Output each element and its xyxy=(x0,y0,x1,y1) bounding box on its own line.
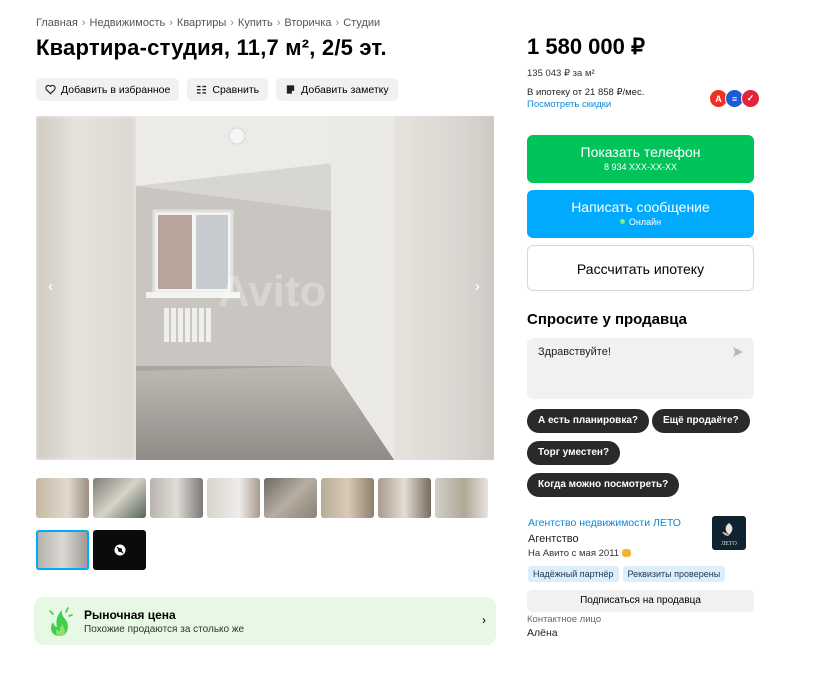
thumbnail-selected[interactable] xyxy=(36,530,89,570)
heart-icon xyxy=(45,84,56,95)
main-photo[interactable]: Avito xyxy=(136,116,394,460)
add-note-button[interactable]: Добавить заметку xyxy=(276,78,398,101)
chevron-right-icon[interactable]: › xyxy=(475,278,480,296)
quick-question-chip[interactable]: Когда можно посмотреть? xyxy=(527,473,680,497)
seller-badges: Надёжный партнёр Реквизиты проверены xyxy=(528,566,726,582)
price-per-meter: 135 043 ₽ за м² xyxy=(527,68,595,79)
calculate-mortgage-button[interactable]: Рассчитать ипотеку xyxy=(527,245,754,291)
subscribe-seller-button[interactable]: Подписаться на продавца xyxy=(527,590,754,612)
breadcrumb-separator: › xyxy=(230,17,234,29)
mortgage-info: В ипотеку от 21 858 ₽/мес. xyxy=(527,87,645,98)
message-text: Здравствуйте! xyxy=(538,346,611,358)
thumbnail[interactable] xyxy=(36,478,89,518)
breadcrumb-studios[interactable]: Студии xyxy=(343,17,380,29)
breadcrumb-secondary[interactable]: Вторичка xyxy=(284,17,331,29)
verified-details-badge: Реквизиты проверены xyxy=(622,566,726,582)
thumbnail[interactable] xyxy=(207,478,260,518)
flame-icon xyxy=(49,607,73,636)
thumbnail-more[interactable] xyxy=(93,530,146,570)
chevron-left-icon[interactable]: ‹ xyxy=(48,278,53,296)
add-note-label: Добавить заметку xyxy=(301,83,389,96)
contact-person-label: Контактное лицо xyxy=(527,614,602,625)
thumbnail[interactable] xyxy=(264,478,317,518)
agency-logo-text: ЛЕТО xyxy=(721,541,737,547)
breadcrumb-home[interactable]: Главная xyxy=(36,17,78,29)
write-message-button[interactable]: Написать сообщение Онлайн xyxy=(527,190,754,238)
market-price-banner[interactable]: Рыночная цена Похожие продаются за столь… xyxy=(34,597,496,645)
seller-type: Агентство xyxy=(528,533,579,545)
view-discounts-link[interactable]: Посмотреть скидки xyxy=(527,99,611,110)
online-status: Онлайн xyxy=(527,217,754,227)
breadcrumb-separator: › xyxy=(169,17,173,29)
chevron-right-icon: › xyxy=(482,613,486,627)
quick-question-chip[interactable]: А есть планировка? xyxy=(527,409,649,433)
market-price-title: Рыночная цена xyxy=(84,608,176,622)
online-dot-icon xyxy=(619,219,625,224)
breadcrumb-apartments[interactable]: Квартиры xyxy=(177,17,226,29)
breadcrumb-separator: › xyxy=(276,17,281,29)
write-message-label: Написать сообщение xyxy=(571,199,710,215)
quick-question-chip[interactable]: Ещё продаёте? xyxy=(652,409,750,433)
bank-logos[interactable]: А ≡ ✓ xyxy=(709,89,760,108)
hands-icon xyxy=(621,549,631,557)
contact-person-name: Алёна xyxy=(527,627,558,639)
show-phone-button[interactable]: Показать телефон 8 934 XXX-XX-XX xyxy=(527,135,754,183)
online-status-label: Онлайн xyxy=(628,217,662,227)
thumbnail[interactable] xyxy=(378,478,431,518)
thumbnail[interactable] xyxy=(150,478,203,518)
agency-logo[interactable]: ЛЕТО xyxy=(712,516,746,550)
breadcrumb: Главная › Недвижимость › Квартиры › Купить › Вто… xyxy=(36,17,380,29)
message-input[interactable]: Здравствуйте! xyxy=(527,338,754,399)
gear-icon xyxy=(114,544,125,556)
listing-actions: Добавить в избранное Сравнить Добавить з… xyxy=(36,78,398,101)
send-icon[interactable] xyxy=(732,346,744,358)
price: 1 580 000 ₽ xyxy=(527,34,645,59)
thumbnail[interactable] xyxy=(93,478,146,518)
breadcrumb-realty[interactable]: Недвижимость xyxy=(90,17,166,29)
thumbnail[interactable] xyxy=(435,478,488,518)
breadcrumb-buy[interactable]: Купить xyxy=(238,17,273,29)
show-phone-label: Показать телефон xyxy=(580,144,701,160)
add-to-favorites-label: Добавить в избранное xyxy=(61,83,171,96)
seller-since: На Авито с мая 2011 xyxy=(528,548,631,559)
page-title: Квартира-студия, 11,7 м², 2/5 эт. xyxy=(36,35,387,60)
room-photo: Avito xyxy=(136,116,394,460)
seller-since-label: На Авито с мая 2011 xyxy=(528,548,620,559)
add-to-favorites-button[interactable]: Добавить в избранное xyxy=(36,78,180,101)
thumbnail[interactable] xyxy=(321,478,374,518)
reliable-partner-badge: Надёжный партнёр xyxy=(528,566,619,582)
agency-name-link[interactable]: Агентство недвижимости ЛЕТО xyxy=(528,517,681,529)
quick-question-chip[interactable]: Торг уместен? xyxy=(527,441,621,465)
agency-logo-icon: ЛЕТО xyxy=(721,523,737,547)
compare-label: Сравнить xyxy=(212,83,260,96)
compare-button[interactable]: Сравнить xyxy=(187,78,269,101)
compare-icon xyxy=(197,85,207,94)
note-icon xyxy=(286,85,295,94)
phone-mask: 8 934 XXX-XX-XX xyxy=(603,162,678,172)
breadcrumb-separator: › xyxy=(335,17,340,29)
photo-gallery[interactable]: Avito ‹ › xyxy=(36,116,494,460)
breadcrumb-separator: › xyxy=(81,17,86,29)
market-price-subtitle: Похожие продаются за столько же xyxy=(84,624,245,635)
ask-seller-heading: Спросите у продавца xyxy=(527,311,687,328)
bank-icon: ✓ xyxy=(741,89,760,108)
watermark: Avito xyxy=(218,267,326,316)
